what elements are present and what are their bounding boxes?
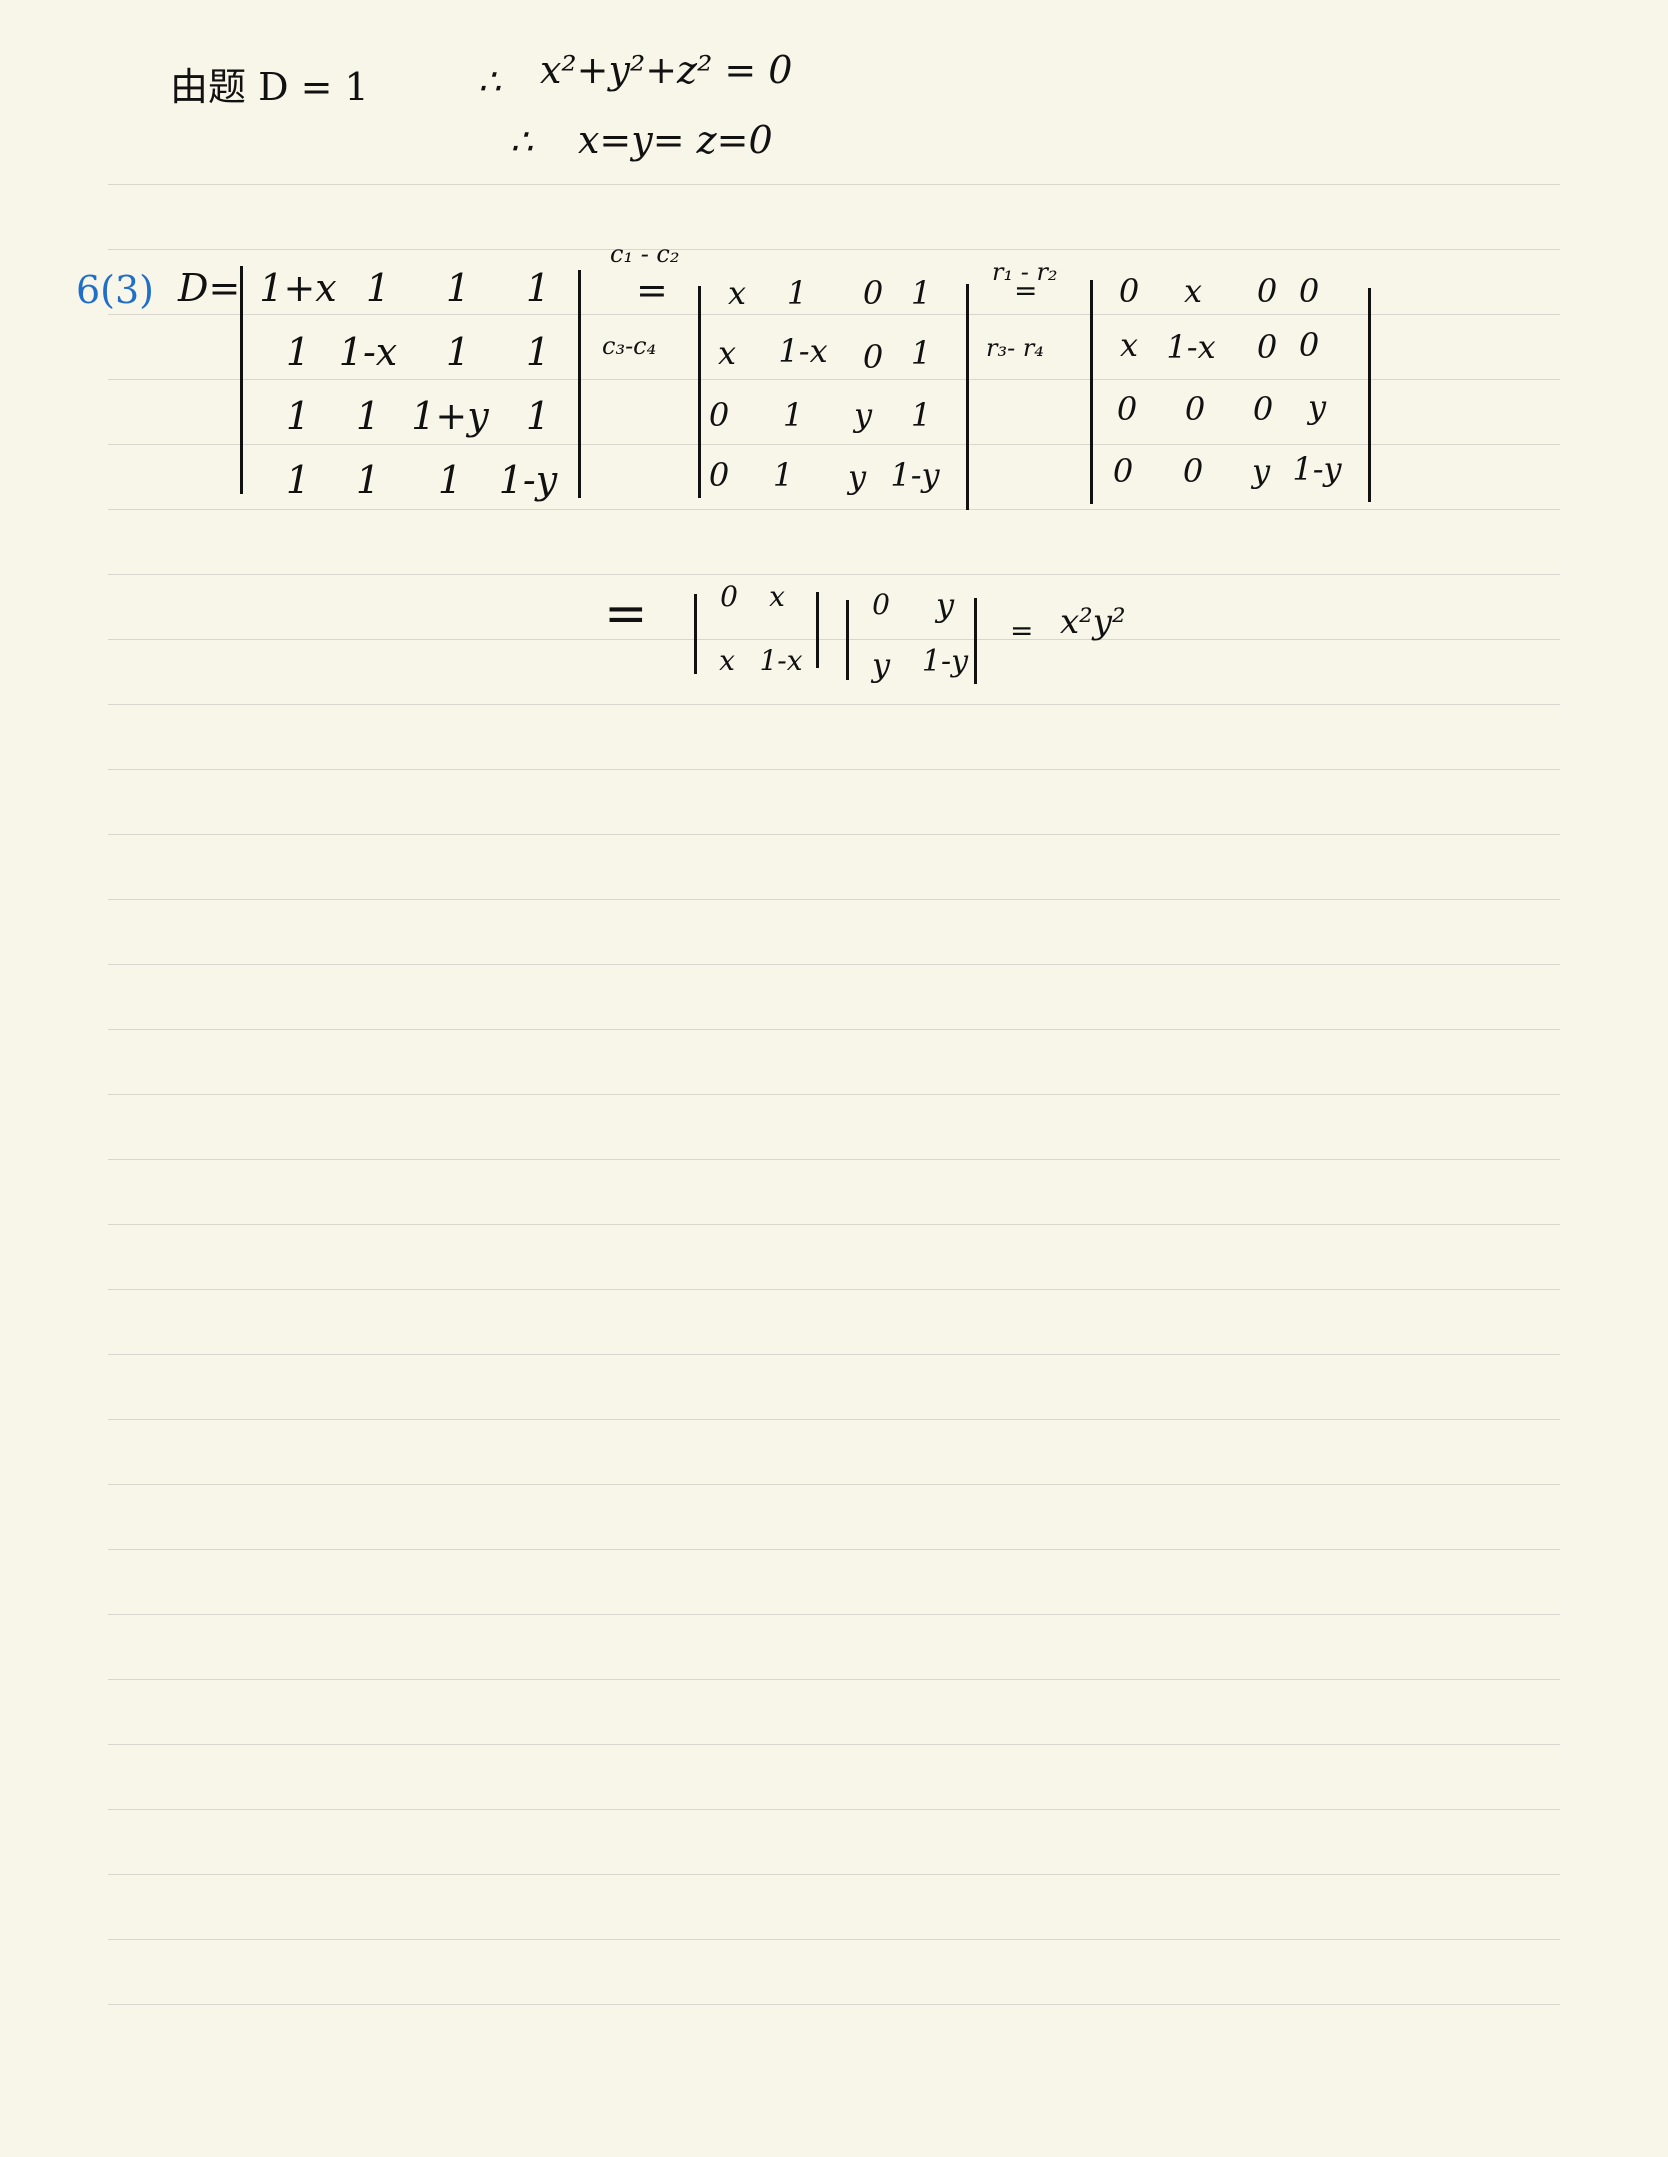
matrix-cell: 1-y	[890, 456, 940, 494]
matrix-cell: 1	[285, 394, 311, 438]
matrix-cell: 0	[1298, 326, 1320, 364]
matrix-cell: 1	[910, 396, 932, 434]
equals-sign: =	[604, 584, 648, 644]
matrix-cell: 1-y	[921, 644, 969, 679]
rule-line	[108, 1939, 1560, 1940]
rule-line	[108, 834, 1560, 835]
matrix-cell: 1+y	[411, 394, 489, 438]
matrix-cell: y	[935, 586, 955, 624]
equation-sum-squares: x²+y²+z² = 0	[540, 48, 793, 92]
matrix-cell: x	[1119, 326, 1139, 364]
matrix-cell: 1	[786, 274, 808, 312]
matrix-cell: 0	[1112, 452, 1134, 490]
determinant-lhs: D=	[178, 266, 241, 310]
matrix-cell: 1	[525, 266, 551, 310]
matrix-cell: 1	[355, 458, 381, 502]
matrix-cell: 1	[525, 330, 551, 374]
result-value: x²y²	[1060, 602, 1126, 642]
matrix-cell: 1-y	[1292, 450, 1342, 488]
rule-line	[108, 249, 1560, 250]
therefore-symbol: ∴	[478, 62, 501, 103]
matrix-cell: 1-x	[778, 332, 828, 370]
rule-line	[108, 184, 1560, 185]
equals-sign: =	[636, 268, 668, 312]
rule-line	[108, 379, 1560, 380]
matrix-cell: x	[1183, 272, 1203, 310]
equation-zero: x=y= z=0	[578, 118, 773, 162]
matrix-cell: 1+x	[259, 266, 337, 310]
rule-line	[108, 769, 1560, 770]
matrix-cell: 0	[1118, 272, 1140, 310]
matrix-cell: 1-y	[498, 458, 558, 502]
row-operation-bottom: r₃- r₄	[986, 334, 1044, 362]
column-operation-top: c₁ - c₂	[610, 240, 680, 268]
rule-line	[108, 899, 1560, 900]
matrix-cell: 0	[1116, 390, 1138, 428]
intro-given: 由题 D = 1	[170, 65, 369, 109]
matrix-cell: 1-x	[1166, 328, 1216, 366]
matrix-cell: 1-x	[759, 644, 803, 677]
matrix-cell: 1	[525, 394, 551, 438]
equals-sign: =	[1010, 614, 1034, 647]
rule-line	[108, 1549, 1560, 1550]
matrix-cell: x	[769, 580, 785, 613]
rule-line	[108, 1159, 1560, 1160]
notebook-page: { "intro": { "left": "由题 D = 1", "theref…	[0, 0, 1668, 2157]
matrix-cell: 1	[910, 334, 932, 372]
determinant-bar-right	[816, 592, 819, 668]
matrix-cell: 1	[365, 266, 391, 310]
matrix-cell: 0	[872, 588, 890, 621]
matrix-cell: 1	[445, 266, 471, 310]
determinant-bar-left	[240, 266, 243, 494]
rule-line	[108, 1809, 1560, 1810]
problem-number: 6(3)	[76, 268, 155, 312]
matrix-cell: 1	[285, 330, 311, 374]
therefore-symbol: ∴	[510, 122, 533, 163]
rule-line	[108, 704, 1560, 705]
matrix-cell: 1	[910, 274, 932, 312]
matrix-cell: 0	[708, 456, 730, 494]
rule-line	[108, 1484, 1560, 1485]
matrix-cell: 0	[1184, 390, 1206, 428]
matrix-cell: 1	[355, 394, 381, 438]
rule-line	[108, 509, 1560, 510]
matrix-cell: 1	[772, 456, 794, 494]
matrix-cell: 1	[437, 458, 463, 502]
equals-sign: =	[1014, 274, 1038, 307]
matrix-cell: y	[871, 646, 891, 684]
rule-line	[108, 1289, 1560, 1290]
determinant-bar-right	[1368, 288, 1371, 502]
rule-line	[108, 964, 1560, 965]
rule-line	[108, 639, 1560, 640]
matrix-cell: 1	[445, 330, 471, 374]
determinant-bar-right	[578, 270, 581, 498]
matrix-cell: 1-x	[338, 330, 398, 374]
matrix-cell: x	[717, 334, 737, 372]
matrix-cell: y	[1307, 388, 1327, 426]
matrix-cell: 0	[708, 396, 730, 434]
rule-line	[108, 444, 1560, 445]
rule-line	[108, 1419, 1560, 1420]
rule-line	[108, 1224, 1560, 1225]
column-operation-bottom: c₃-c₄	[602, 332, 657, 360]
matrix-cell: 0	[1298, 272, 1320, 310]
matrix-cell: 1	[285, 458, 311, 502]
rule-line	[108, 1744, 1560, 1745]
rule-line	[108, 1874, 1560, 1875]
matrix-cell: 1	[782, 396, 804, 434]
determinant-bar-right	[966, 284, 969, 510]
rule-line	[108, 314, 1560, 315]
rule-line	[108, 2004, 1560, 2005]
rule-line	[108, 1679, 1560, 1680]
rule-line	[108, 574, 1560, 575]
matrix-cell: 0	[1182, 452, 1204, 490]
rule-line	[108, 1029, 1560, 1030]
rule-line	[108, 1094, 1560, 1095]
rule-line	[108, 1354, 1560, 1355]
rule-line	[108, 1614, 1560, 1615]
